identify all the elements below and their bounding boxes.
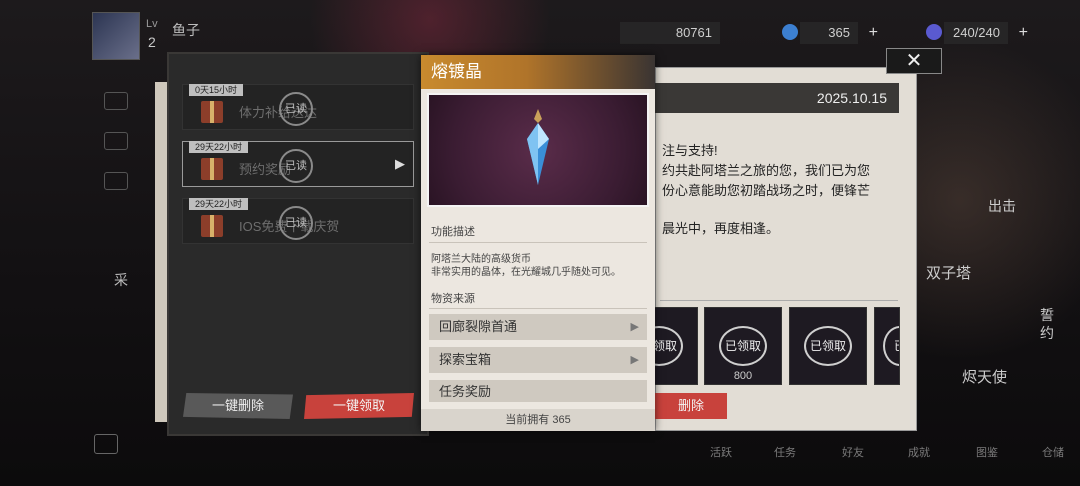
delete-all-button[interactable]: 一键删除	[183, 393, 293, 419]
letter-date: 2025.10.15	[655, 83, 899, 113]
add-stamina-button[interactable]: +	[1019, 22, 1028, 44]
reward-card[interactable]: 已	[874, 307, 900, 385]
letter-line: 份心意能助您初踏战场之时，便锋芒	[662, 183, 871, 198]
add-crystal-button[interactable]: +	[869, 22, 878, 44]
mail-item-ios[interactable]: 29天22小时 IOS免费下载庆贺 已读	[182, 198, 414, 244]
reward-amount: 800	[733, 370, 753, 382]
letter-line: 约共赴阿塔兰之旅的您，我们已为您	[662, 163, 871, 178]
mail-time: 0天15小时	[189, 84, 244, 96]
mail-item-stamina[interactable]: 0天15小时 体力补给送达 已读	[182, 84, 414, 130]
crystal-counter: 365 +	[800, 22, 878, 44]
description-line: 非常实用的晶体，在光耀城几乎随处可见。	[431, 267, 621, 278]
reward-card[interactable]: 已领取 800	[704, 307, 782, 385]
source-explore-chest[interactable]: 探索宝箱 ▶	[429, 347, 647, 373]
item-detail-popup: 熔镀晶 功能描述 阿塔兰大陆的高级货币 非常实用的晶体，在光耀城几乎随处可见。 …	[421, 55, 655, 431]
divider	[429, 308, 647, 309]
item-image-frame	[427, 93, 649, 207]
mail-icon[interactable]	[104, 132, 128, 150]
gold-counter: 80761	[620, 22, 720, 44]
close-icon[interactable]: ✕	[886, 48, 942, 74]
crystal-gem-icon	[527, 109, 549, 185]
mail-time: 29天22小时	[189, 141, 249, 153]
player-level: 2	[148, 34, 156, 50]
claimed-stamp: 已	[883, 326, 899, 366]
owned-count: 当前拥有 365	[421, 409, 655, 431]
source-label: 回廊裂隙首通	[439, 319, 518, 334]
ash-angel-label[interactable]: 烬天使	[962, 366, 1007, 387]
stamina-value: 240/240	[953, 25, 1000, 40]
reward-card[interactable]: 已领取	[789, 307, 867, 385]
notice-icon[interactable]	[104, 92, 128, 110]
delete-button[interactable]: 删除	[655, 393, 727, 419]
nav-friends[interactable]: 好友	[842, 444, 864, 460]
friends-icon[interactable]	[104, 172, 128, 190]
play-arrow-icon: ▶	[395, 156, 405, 171]
arrow-right-icon: ▶	[630, 354, 639, 366]
gold-value: 80761	[675, 25, 712, 40]
nav-codex[interactable]: 图鉴	[976, 444, 998, 460]
player-name: 鱼子	[172, 22, 200, 38]
chat-icon[interactable]	[94, 434, 118, 454]
read-stamp: 已读	[279, 92, 313, 126]
sortie-label[interactable]: 出击	[988, 196, 1016, 216]
source-rift-first-clear[interactable]: 回廊裂隙首通 ▶	[429, 314, 647, 340]
stamina-counter: 240/240 +	[944, 22, 1028, 44]
arrow-right-icon: ▶	[630, 321, 639, 333]
source-heading: 物资来源	[431, 293, 475, 305]
claimed-stamp: 已领取	[719, 326, 767, 366]
read-stamp: 已读	[279, 149, 313, 183]
item-title: 熔镀晶	[421, 55, 655, 89]
source-task-reward[interactable]: 任务奖励	[429, 380, 647, 402]
mail-item-reservation[interactable]: 29天22小时 预约奖励 已读 ▶	[182, 141, 414, 187]
gift-icon	[201, 215, 223, 237]
claimed-stamp: 已领取	[804, 326, 852, 366]
divider	[429, 242, 647, 243]
source-label: 任务奖励	[439, 384, 492, 399]
nav-tasks[interactable]: 任务	[774, 444, 796, 460]
nav-achievements[interactable]: 成就	[908, 444, 930, 460]
letter-divider	[660, 300, 898, 301]
read-stamp: 已读	[279, 206, 313, 240]
description-heading: 功能描述	[431, 226, 475, 238]
stamina-icon	[926, 24, 942, 40]
crystal-value: 365	[828, 25, 850, 40]
player-avatar[interactable]	[92, 12, 140, 60]
nav-storage[interactable]: 仓储	[1042, 444, 1064, 460]
gift-icon	[201, 101, 223, 123]
nav-activity[interactable]: 活跃	[710, 444, 732, 460]
mail-time: 29天22小时	[189, 198, 249, 210]
source-label: 探索宝箱	[439, 352, 492, 367]
claim-all-button[interactable]: 一键领取	[304, 393, 414, 419]
letter-line: 注与支持!	[662, 143, 718, 158]
oath-label[interactable]: 誓约	[1040, 306, 1056, 342]
letter-line: 晨光中，再度相逢。	[662, 221, 780, 236]
left-menu-label: 采	[114, 272, 128, 288]
twin-tower-label[interactable]: 双子塔	[926, 262, 971, 283]
description-line: 阿塔兰大陆的高级货币	[431, 254, 531, 265]
gift-icon	[201, 158, 223, 180]
level-label: Lv	[146, 18, 158, 30]
crystal-icon	[782, 24, 798, 40]
